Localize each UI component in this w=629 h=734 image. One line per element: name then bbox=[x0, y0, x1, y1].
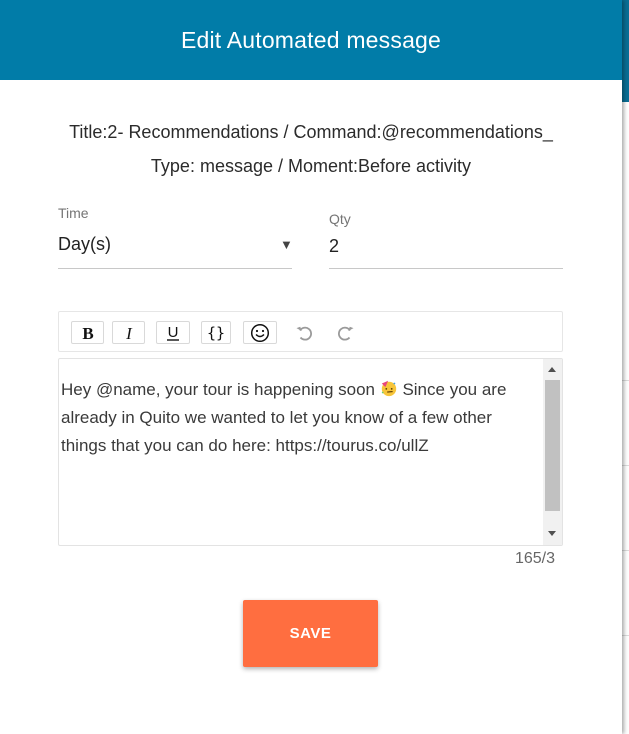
svg-text:{}: {} bbox=[207, 324, 225, 342]
background-row-divider bbox=[622, 465, 629, 466]
redo-icon[interactable] bbox=[331, 321, 361, 344]
time-label: Time bbox=[58, 205, 89, 221]
scroll-down-arrow-icon[interactable] bbox=[548, 531, 556, 536]
svg-text:U: U bbox=[168, 324, 179, 341]
editor-toolbar: B I U {} bbox=[58, 311, 563, 352]
undo-icon[interactable] bbox=[289, 321, 319, 344]
message-title-command: Title:2- Recommendations / Command:@reco… bbox=[69, 122, 553, 142]
bold-icon[interactable]: B bbox=[71, 321, 104, 344]
emoji-icon[interactable] bbox=[243, 321, 277, 344]
background-row-divider bbox=[622, 635, 629, 636]
message-type-moment: Type: message / Moment:Before activity bbox=[150, 156, 472, 176]
background-header bbox=[622, 0, 629, 102]
underline-icon[interactable]: U bbox=[156, 321, 190, 344]
scroll-up-arrow-icon[interactable] bbox=[548, 367, 556, 372]
background-page bbox=[622, 0, 629, 734]
svg-text:I: I bbox=[125, 325, 133, 341]
qty-value[interactable]: 2 bbox=[329, 236, 339, 257]
dropdown-arrow-icon[interactable]: ▼ bbox=[280, 237, 293, 252]
dialog-header: Edit Automated message bbox=[0, 0, 622, 80]
save-button[interactable]: SAVE bbox=[243, 600, 378, 667]
svg-text:B: B bbox=[82, 325, 93, 341]
background-row-divider bbox=[622, 550, 629, 551]
message-text[interactable]: Hey @name, your tour is happening soon S… bbox=[61, 376, 539, 460]
qty-label: Qty bbox=[329, 211, 351, 227]
dialog-title: Edit Automated message bbox=[180, 26, 442, 53]
time-value[interactable]: Day(s) bbox=[58, 234, 111, 255]
editor-scrollbar[interactable] bbox=[543, 359, 562, 545]
background-row-divider bbox=[622, 380, 629, 381]
italic-icon[interactable]: I bbox=[112, 321, 145, 344]
variable-braces-icon[interactable]: {} bbox=[201, 321, 231, 344]
time-underline bbox=[58, 268, 292, 269]
party-face-emoji-icon bbox=[381, 380, 396, 397]
scroll-thumb[interactable] bbox=[545, 380, 560, 511]
message-editor[interactable]: Hey @name, your tour is happening soon S… bbox=[58, 358, 563, 546]
qty-underline bbox=[329, 268, 563, 269]
character-counter: 165/3 bbox=[514, 550, 555, 567]
edit-message-dialog: Edit Automated message Title:2- Recommen… bbox=[0, 0, 622, 734]
message-text-start: Hey @name, your tour is happening soon bbox=[61, 380, 380, 399]
